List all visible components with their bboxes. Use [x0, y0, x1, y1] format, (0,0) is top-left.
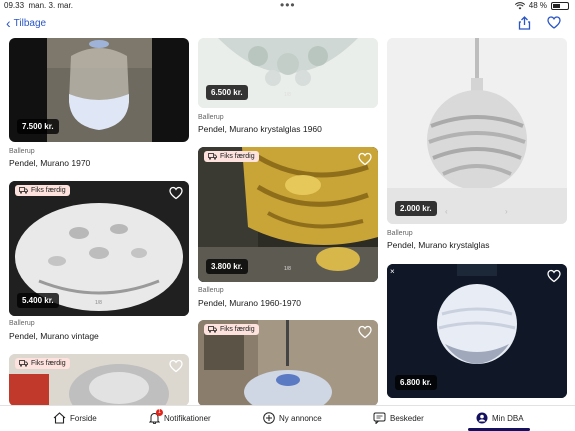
bottom-tab-bar: Forside 1 Notifikationer Ny annonce Besk… [0, 405, 575, 431]
favorite-heart-icon[interactable] [169, 359, 183, 373]
multitask-dots[interactable]: ••• [280, 0, 296, 12]
listing-title[interactable]: Pendel, Murano krystalglas 1960 [198, 124, 322, 134]
carousel-prev-icon[interactable]: ‹ [445, 207, 448, 216]
truck-icon [19, 187, 28, 194]
tab-ny-annonce[interactable]: Ny annonce [263, 412, 322, 424]
chat-icon [373, 412, 386, 424]
price-badge: 2.000 kr. [395, 201, 437, 216]
tab-forside[interactable]: Forside [53, 412, 97, 424]
listing-card-image[interactable]: Fiks færdig 3.800 kr. 1/8 [198, 147, 378, 282]
listing-title[interactable]: Pendel, Murano 1970 [9, 158, 90, 168]
close-icon[interactable]: × [390, 267, 395, 276]
listing-location: Ballerup [198, 287, 224, 294]
listing-title[interactable]: Pendel, Murano 1960-1970 [198, 298, 301, 308]
wifi-icon [514, 1, 525, 9]
profile-avatar-icon [476, 412, 488, 424]
price-badge: 5.400 kr. [17, 293, 59, 308]
favorite-heart-icon[interactable] [358, 325, 372, 339]
listing-location: Ballerup [387, 230, 413, 237]
price-badge: 7.500 kr. [17, 119, 59, 134]
image-pager: 1/8 [284, 92, 291, 98]
battery-percent: 48 % [528, 1, 547, 10]
listing-card-image[interactable]: Fiks færdig [9, 354, 189, 406]
image-pager: 1/8 [284, 266, 291, 272]
image-pager: 1/8 [95, 300, 102, 306]
home-icon [53, 412, 66, 424]
battery-icon [551, 1, 569, 10]
back-label: Tilbage [13, 17, 47, 29]
fiks-faerdig-badge: Fiks færdig [15, 358, 70, 369]
listing-location: Ballerup [9, 320, 35, 327]
listing-location: Ballerup [198, 114, 224, 121]
tab-min-dba[interactable]: Min DBA [476, 412, 524, 424]
status-time: 09.33 man. 3. mar. [4, 1, 73, 10]
listing-title[interactable]: Pendel, Murano vintage [9, 331, 99, 341]
status-right: 48 % [514, 1, 569, 10]
truck-icon [208, 153, 217, 160]
fiks-faerdig-badge: Fiks færdig [204, 324, 259, 335]
favorite-heart-icon[interactable] [358, 152, 372, 166]
listing-location: Ballerup [9, 148, 35, 155]
chevron-left-icon: ‹ [6, 15, 11, 31]
notification-count-badge: 1 [156, 409, 163, 416]
nav-bar: ‹ Tilbage [0, 12, 575, 38]
share-icon[interactable] [518, 16, 531, 30]
tab-beskeder[interactable]: Beskeder [373, 412, 424, 424]
favorite-heart-icon[interactable] [547, 16, 561, 29]
nav-actions [518, 16, 561, 30]
truck-icon [19, 360, 28, 367]
tab-notifikationer[interactable]: 1 Notifikationer [148, 409, 211, 425]
fiks-faerdig-badge: Fiks færdig [204, 151, 259, 162]
truck-icon [208, 326, 217, 333]
back-button[interactable]: ‹ Tilbage [6, 15, 47, 31]
bell-icon: 1 [148, 409, 163, 425]
carousel-next-icon[interactable]: › [505, 207, 508, 216]
status-bar: 09.33 man. 3. mar. ••• 48 % [0, 0, 575, 12]
listing-card-image[interactable]: Fiks færdig [198, 320, 378, 406]
fiks-faerdig-badge: Fiks færdig [15, 185, 70, 196]
favorite-heart-icon[interactable] [547, 269, 561, 283]
listing-card-image[interactable]: 2.000 kr. ‹ › [387, 38, 567, 224]
listing-title[interactable]: Pendel, Murano krystalglas [387, 240, 490, 250]
listing-card-image[interactable]: 6.500 kr. 1/8 [198, 38, 378, 108]
listing-card-image[interactable]: 7.500 kr. [9, 38, 189, 142]
listing-card-image[interactable]: Fiks færdig 5.400 kr. 1/8 [9, 181, 189, 316]
price-badge: 6.500 kr. [206, 85, 248, 100]
plus-circle-icon [263, 412, 275, 424]
price-badge: 3.800 kr. [206, 259, 248, 274]
listing-card-image[interactable]: × 6.800 kr. [387, 264, 567, 398]
crystal-globe-photo [387, 38, 567, 224]
price-badge: 6.800 kr. [395, 375, 437, 390]
favorite-heart-icon[interactable] [169, 186, 183, 200]
